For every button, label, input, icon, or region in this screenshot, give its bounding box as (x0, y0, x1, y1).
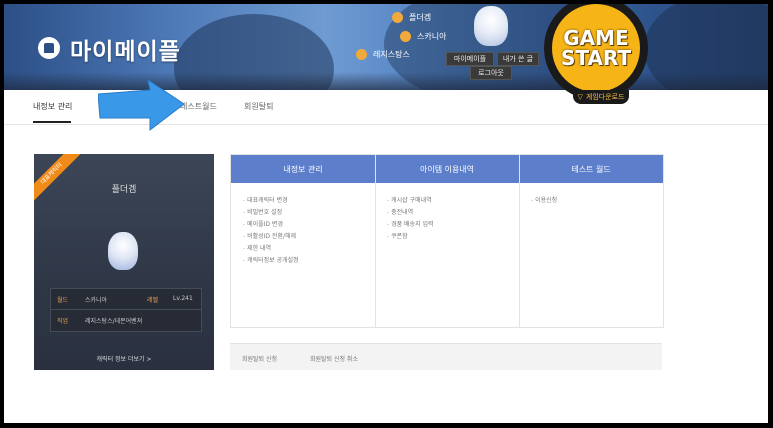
world-value: 스카니아 (85, 297, 108, 304)
withdraw-bar: 회원탈퇴 신청 회원탈퇴 신청 취소 (230, 343, 662, 370)
menu-link-change-maple-id[interactable]: 메이플ID 변경 (243, 219, 299, 231)
menu-link-inactive-id[interactable]: 비활성ID 전환/해제 (243, 231, 299, 243)
menu-link-test-world-apply[interactable]: 이용신청 (531, 195, 557, 207)
character-more-link[interactable]: 캐릭터 정보 더보기 > (34, 354, 214, 363)
world-label: 월드 (57, 297, 69, 304)
page-frame: 마이메이플 플더겜 스카니아 레지스탕스 마이메이플 내가 쓴 글 로그아웃 G… (4, 4, 768, 423)
menu-link-password-setting[interactable]: 비밀번호 설정 (243, 207, 299, 219)
user-job-line: 레지스탕스 (356, 49, 410, 60)
menu-link-restriction-history[interactable]: 제한 내역 (243, 243, 299, 255)
menu-header-test-world: 테스트 월드 (519, 155, 663, 183)
my-posts-button[interactable]: 내가 쓴 글 (497, 52, 539, 66)
menu-link-change-main-character[interactable]: 대표캐릭터 변경 (243, 195, 299, 207)
user-character-line: 플더겜 (392, 12, 431, 23)
tab-test-world[interactable]: 테스트월드 (180, 101, 217, 112)
tab-withdraw[interactable]: 회원탈퇴 (244, 101, 273, 112)
test-world-list: 이용신청 (531, 195, 557, 207)
card-character-avatar (108, 232, 138, 270)
my-info-list: 대표캐릭터 변경 비밀번호 설정 메이플ID 변경 비활성ID 전환/해제 제한… (243, 195, 299, 267)
menu-header-item-history: 아이템 이용내역 (375, 155, 519, 183)
user-character-name: 플더겜 (409, 13, 432, 22)
level-label: 레벨 (147, 297, 159, 304)
item-history-list: 캐시샵 구매내역 충전내역 경품 배송지 입력 쿠폰함 (387, 195, 434, 243)
menu-link-charge-history[interactable]: 충전내역 (387, 207, 434, 219)
main-character-ribbon: 대표캐릭터 (34, 154, 84, 206)
info-row-world: 월드 스카니아 레벨 Lv.241 (51, 289, 201, 309)
menu-link-coupon-box[interactable]: 쿠폰함 (387, 231, 434, 243)
header-banner: 마이메이플 플더겜 스카니아 레지스탕스 마이메이플 내가 쓴 글 로그아웃 (4, 4, 768, 90)
withdraw-cancel-link[interactable]: 회원탈퇴 신청 취소 (310, 354, 358, 363)
user-world-name: 스카니아 (417, 32, 447, 41)
menu-header-my-info: 내정보 관리 (231, 155, 375, 183)
my-info-menu: 내정보 관리 아이템 이용내역 테스트 월드 대표캐릭터 변경 비밀번호 설정 … (230, 154, 664, 328)
user-world-line: 스카니아 (400, 31, 446, 42)
my-maple-button[interactable]: 마이메이플 (446, 52, 494, 66)
info-row-job: 직업 레지스탕스/데몬어벤져 (51, 310, 201, 330)
job-label: 직업 (57, 318, 69, 325)
user-job-name: 레지스탕스 (373, 50, 410, 59)
character-info-box: 월드 스카니아 레벨 Lv.241 직업 레지스탕스/데몬어벤져 (50, 288, 202, 332)
tab-my-info[interactable]: 내정보 관리 (33, 101, 72, 112)
character-icon (392, 12, 403, 23)
menu-link-cashshop-history[interactable]: 캐시샵 구매내역 (387, 195, 434, 207)
home-icon[interactable] (38, 37, 60, 59)
logout-button[interactable]: 로그아웃 (470, 66, 512, 80)
job-icon (356, 49, 367, 60)
banner-character-avatar (474, 6, 508, 46)
job-value: 레지스탕스/데몬어벤져 (85, 318, 143, 325)
world-icon (400, 31, 411, 42)
active-tab-underline (33, 121, 71, 123)
column-divider (519, 155, 520, 327)
game-start-label: GAME START (561, 26, 632, 70)
arrow-annotation-icon (98, 80, 184, 132)
withdraw-apply-link[interactable]: 회원탈퇴 신청 (242, 354, 277, 363)
character-card: 대표캐릭터 플더겜 월드 스카니아 레벨 Lv.241 직업 레지스탕스/데몬어… (34, 154, 214, 370)
menu-link-character-visibility[interactable]: 캐릭터정보 공개설정 (243, 255, 299, 267)
menu-link-prize-address[interactable]: 경품 배송지 입력 (387, 219, 433, 231)
card-character-name: 플더겜 (111, 185, 137, 195)
column-divider (375, 155, 376, 327)
level-value: Lv.241 (173, 295, 193, 302)
page-title: 마이메이플 (70, 39, 181, 65)
